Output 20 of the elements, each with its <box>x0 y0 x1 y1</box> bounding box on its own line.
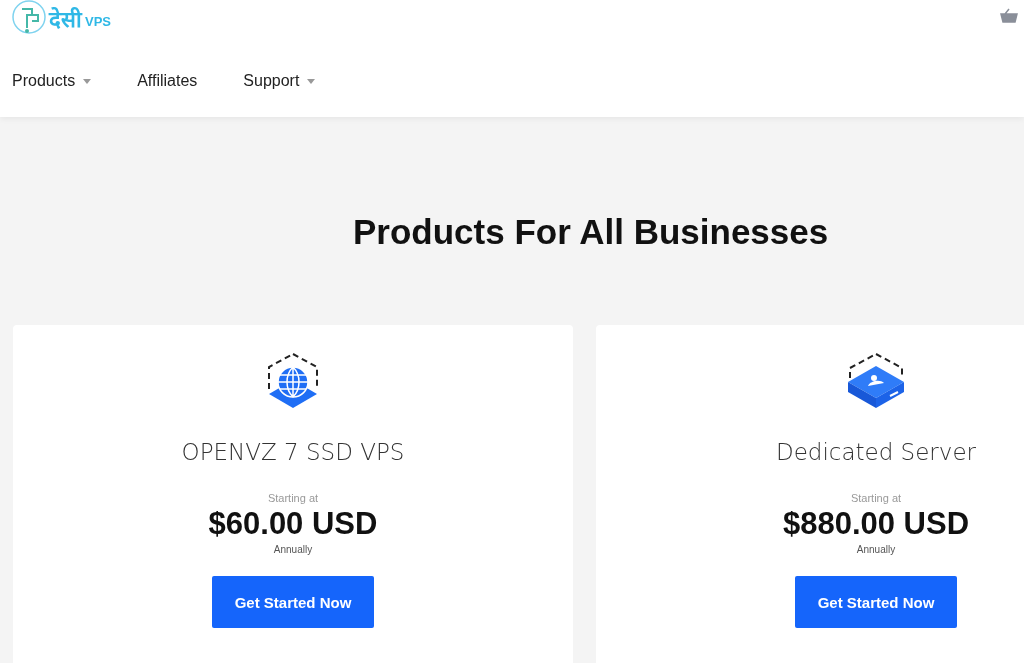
caret-icon <box>83 78 92 84</box>
billing-cycle: Annually <box>273 544 313 555</box>
billing-cycle: Annually <box>856 544 896 555</box>
logo-icon <box>12 0 46 36</box>
section-title: Products For All Businesses <box>353 212 830 252</box>
nav-link[interactable]: Products <box>12 72 92 90</box>
product-name: Dedicated Server <box>775 439 977 465</box>
starting-label: Starting at <box>267 492 319 504</box>
logo-text: देसी <box>49 6 82 33</box>
nav-link[interactable]: Affiliates <box>137 72 198 90</box>
basket-icon[interactable] <box>1000 8 1018 23</box>
price: $880.00 USD <box>782 506 970 542</box>
logo-text: VPS <box>85 13 111 29</box>
get-started-button[interactable]: Get Started Now <box>212 576 374 628</box>
get-started-button[interactable]: Get Started Now <box>795 576 957 628</box>
starting-label: Starting at <box>850 492 902 504</box>
nav-link[interactable]: Support <box>243 72 316 90</box>
price: $60.00 USD <box>208 506 378 542</box>
caret-icon <box>307 78 316 84</box>
product-name: OPENVZ 7 SSD VPS <box>181 439 405 465</box>
